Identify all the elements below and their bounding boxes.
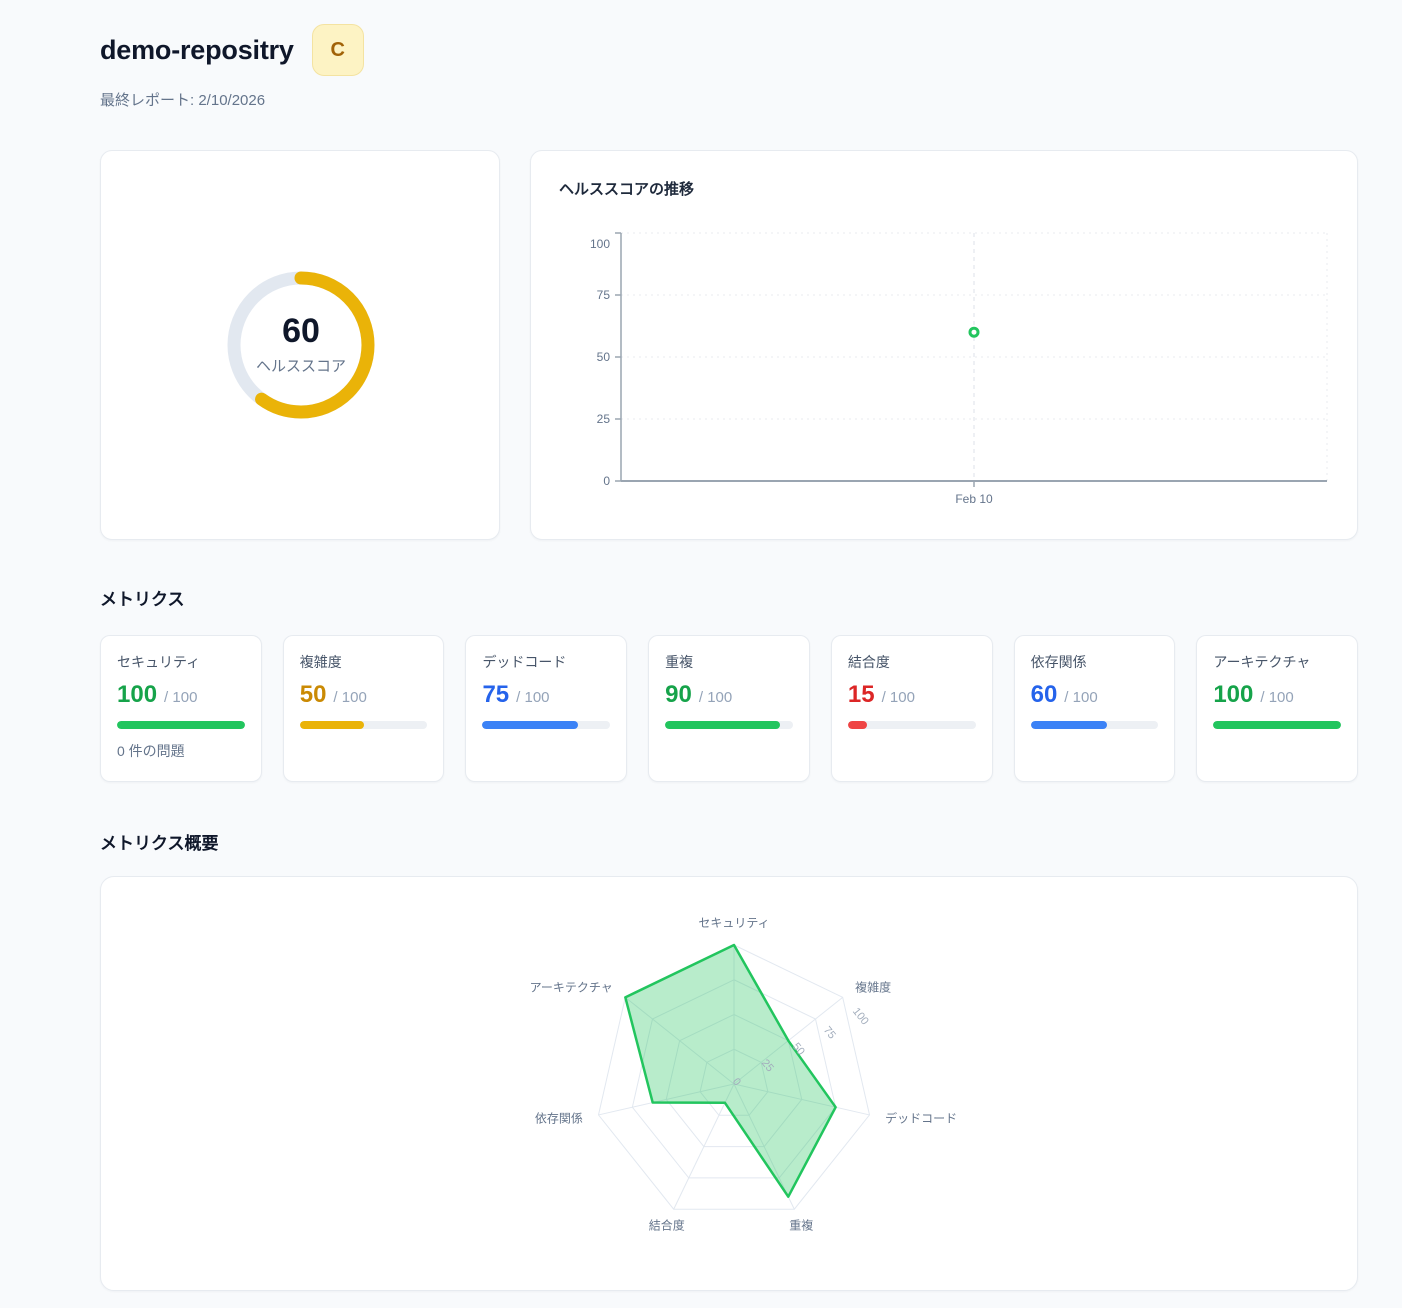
radar-axis-label: 依存関係: [535, 1110, 583, 1125]
metric-card: 重複 90 / 100: [648, 635, 810, 782]
metric-progress-fill: [1031, 721, 1108, 729]
y-tick-label: 25: [597, 412, 611, 426]
metric-value: 90: [665, 683, 692, 707]
metric-value: 100: [1213, 683, 1253, 707]
metric-card: デッドコード 75 / 100: [465, 635, 627, 782]
metric-progress-fill: [482, 721, 578, 729]
metric-max: / 100: [164, 689, 197, 706]
radar-tick-label: 100: [850, 1006, 871, 1028]
metric-value-row: 15 / 100: [848, 683, 976, 707]
metric-label: デッドコード: [482, 652, 610, 672]
metric-progress-track: [665, 721, 793, 729]
metric-value: 75: [482, 683, 509, 707]
metric-progress-fill: [117, 721, 245, 729]
metric-max: / 100: [882, 689, 915, 706]
overview-section-title: メトリクス概要: [100, 829, 1358, 854]
radar-axis-label: 複雑度: [855, 979, 891, 994]
metric-progress-fill: [665, 721, 780, 729]
metric-max: / 100: [516, 689, 549, 706]
gauge-text: 60 ヘルススコア: [216, 260, 386, 430]
metric-card: アーキテクチャ 100 / 100: [1196, 635, 1358, 782]
y-tick-label: 50: [597, 350, 611, 364]
y-tick-label: 0: [603, 474, 610, 488]
radar-axis-label: セキュリティ: [698, 916, 769, 930]
metric-progress-fill: [300, 721, 364, 729]
health-score-card: 60 ヘルススコア: [100, 150, 500, 540]
metric-value-row: 60 / 100: [1031, 683, 1159, 707]
metric-value: 15: [848, 683, 875, 707]
metric-label: 重複: [665, 652, 793, 672]
trend-point: [970, 328, 978, 336]
metric-value-row: 50 / 100: [300, 683, 428, 707]
page-title: demo-repositry: [100, 35, 294, 66]
metric-value-row: 100 / 100: [1213, 683, 1341, 707]
metric-progress-fill: [1213, 721, 1341, 729]
metric-max: / 100: [699, 689, 732, 706]
metric-progress-track: [300, 721, 428, 729]
metric-progress-track: [117, 721, 245, 729]
grade-badge: C: [312, 24, 364, 76]
last-report-date: 最終レポート: 2/10/2026: [100, 89, 1358, 110]
health-score-value: 60: [282, 314, 320, 348]
summary-row: 60 ヘルススコア ヘルススコアの推移 0255075100Feb 10: [100, 150, 1358, 540]
metric-value-row: 75 / 100: [482, 683, 610, 707]
radar-axis-label: アーキテクチャ: [530, 980, 613, 994]
metric-card: セキュリティ 100 / 100 0 件の問題: [100, 635, 262, 782]
metric-label: 複雑度: [300, 652, 428, 672]
radar-data-polygon: [625, 945, 835, 1197]
metric-value-row: 100 / 100: [117, 683, 245, 707]
radar-axis-label: デッドコード: [885, 1110, 957, 1125]
health-trend-chart: 0 25 50 75 100 Feb 10: [531, 151, 1359, 541]
metric-max: / 100: [1260, 689, 1293, 706]
health-score-label: ヘルススコア: [256, 355, 346, 376]
metric-value: 60: [1031, 683, 1058, 707]
metric-max: / 100: [333, 689, 366, 706]
metric-value-row: 90 / 100: [665, 683, 793, 707]
metrics-row: セキュリティ 100 / 100 0 件の問題 複雑度 50 / 100 デッドコード 75 / …: [100, 635, 1358, 782]
metric-max: / 100: [1064, 689, 1097, 706]
dashboard: demo-repositry C 最終レポート: 2/10/2026 60 ヘル…: [0, 0, 1402, 1291]
metrics-radar-chart: セキュリティ複雑度デッドコード重複結合度依存関係アーキテクチャ025507510…: [101, 877, 1359, 1292]
page-header: demo-repositry C: [100, 24, 1358, 76]
metric-progress-track: [1213, 721, 1341, 729]
health-score-gauge: 60 ヘルススコア: [216, 260, 386, 430]
radar-tick-label: 75: [821, 1024, 838, 1041]
metric-value: 100: [117, 683, 157, 707]
metric-card: 依存関係 60 / 100: [1014, 635, 1176, 782]
metric-progress-fill: [848, 721, 867, 729]
y-tick-label: 75: [597, 288, 611, 302]
metric-card: 複雑度 50 / 100: [283, 635, 445, 782]
metric-progress-track: [1031, 721, 1159, 729]
x-tick-label: Feb 10: [955, 492, 993, 506]
metric-card: 結合度 15 / 100: [831, 635, 993, 782]
y-tick-label: 100: [590, 237, 610, 251]
radar-axis-label: 結合度: [649, 1218, 685, 1233]
metric-progress-track: [482, 721, 610, 729]
metric-note: 0 件の問題: [117, 741, 245, 761]
metric-progress-track: [848, 721, 976, 729]
metric-value: 50: [300, 683, 327, 707]
radar-axis-label: 重複: [789, 1218, 813, 1233]
health-trend-card: ヘルススコアの推移 0255075100Feb 10: [530, 150, 1358, 540]
metrics-overview-card: セキュリティ複雑度デッドコード重複結合度依存関係アーキテクチャ025507510…: [100, 876, 1358, 1291]
metric-label: セキュリティ: [117, 652, 245, 672]
metrics-section-title: メトリクス: [100, 585, 1358, 610]
metric-label: アーキテクチャ: [1213, 652, 1341, 672]
metric-label: 結合度: [848, 652, 976, 672]
metric-label: 依存関係: [1031, 652, 1159, 672]
